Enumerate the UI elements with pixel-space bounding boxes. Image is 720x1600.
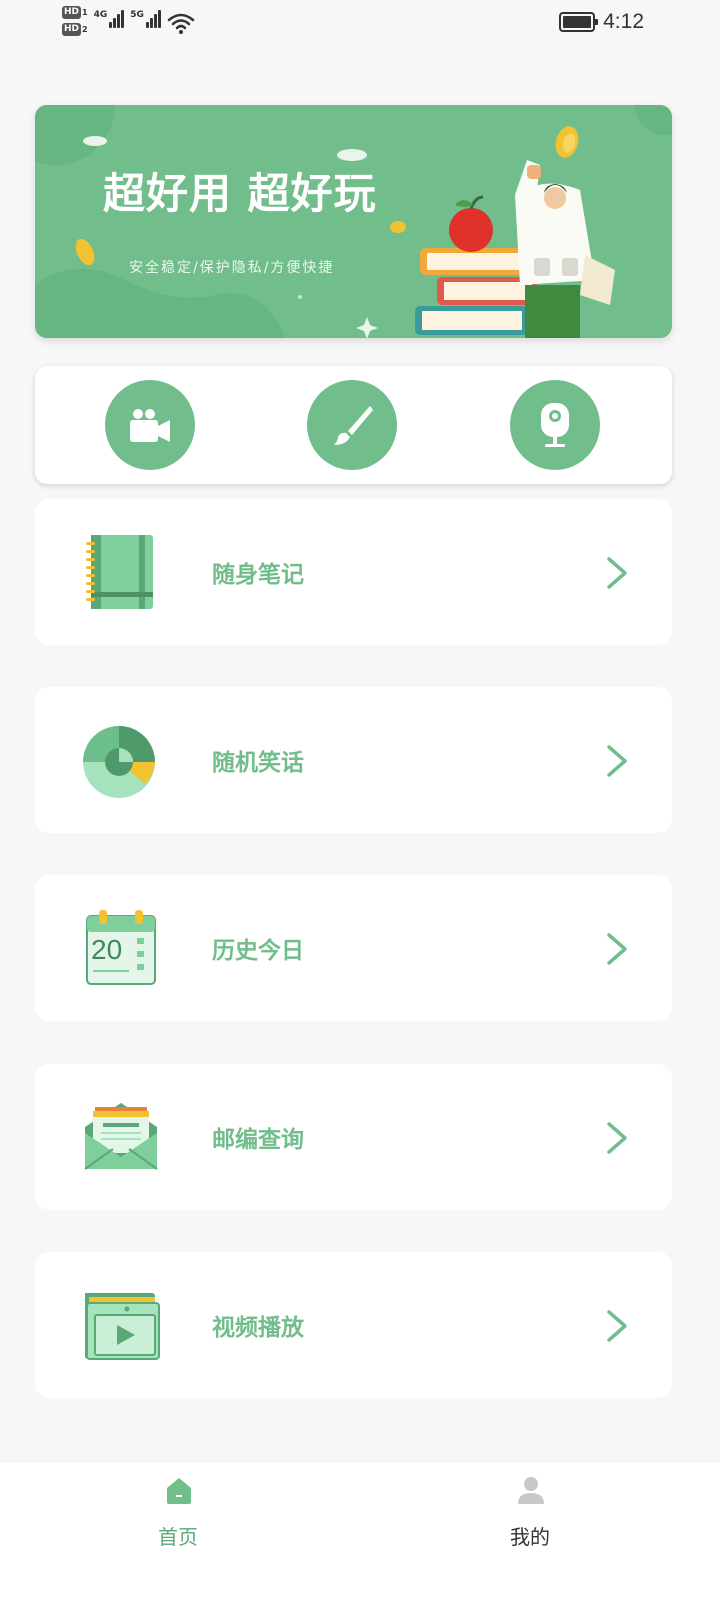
bottom-tab-bar: 首页 我的 [0, 1463, 720, 1600]
sim2-number: 2 [82, 25, 88, 34]
mail-envelope-icon [84, 1103, 158, 1170]
tab-mine[interactable]: 我的 [430, 1463, 630, 1600]
brush-icon [334, 406, 373, 445]
home-icon [167, 1478, 191, 1504]
menu-item-jokes[interactable]: 随机笑话 [35, 687, 672, 833]
tab-home[interactable]: 首页 [78, 1463, 278, 1600]
webcam-button[interactable] [510, 380, 600, 470]
banner-title: 超好用 超好玩 [103, 169, 377, 218]
menu-item-video-player[interactable]: 视频播放 [35, 1252, 672, 1398]
status-right: 4:12 [559, 10, 644, 34]
calendar-icon: 20 [79, 908, 163, 988]
clock: 4:12 [603, 10, 644, 33]
menu-item-label: 视频播放 [212, 1315, 304, 1341]
menu-item-label: 历史今日 [212, 938, 304, 964]
quick-actions-panel [35, 366, 672, 484]
status-left: HD 1 HD 2 4G 5G [62, 6, 195, 36]
promo-banner[interactable]: 超好用 超好玩 安全稳定/保护隐私/方便快捷 [35, 105, 672, 338]
signal-icon: 4G [94, 10, 125, 28]
calendar-date-text: 20 [91, 934, 123, 965]
chevron-right-icon [607, 933, 627, 965]
sim2-badge: HD [62, 23, 82, 36]
banner-subtitle: 安全稳定/保护隐私/方便快捷 [129, 260, 335, 276]
video-camera-icon [130, 409, 170, 442]
menu-item-postcode-lookup[interactable]: 邮编查询 [35, 1064, 672, 1210]
sim1-indicator: HD 1 [62, 6, 88, 19]
chevron-right-icon [607, 1310, 627, 1342]
signal-icon-2: 5G [130, 10, 161, 28]
sim1-badge: HD [62, 6, 82, 19]
banner-illustration [35, 105, 672, 338]
user-icon [518, 1477, 544, 1504]
menu-item-history-today[interactable]: 20 历史今日 [35, 875, 672, 1021]
tab-mine-label: 我的 [510, 1525, 550, 1549]
tab-home-label: 首页 [158, 1525, 198, 1549]
chevron-right-icon [607, 557, 627, 589]
notebook-icon [86, 535, 153, 609]
webcam-icon [541, 403, 569, 447]
video-camera-button[interactable] [105, 380, 195, 470]
menu-item-label: 随机笑话 [212, 750, 304, 776]
network1-label: 4G [93, 10, 108, 20]
sim1-number: 1 [82, 8, 88, 17]
battery-icon [559, 12, 599, 32]
status-bar: HD 1 HD 2 4G 5G 4:12 [0, 0, 720, 52]
brush-button[interactable] [307, 380, 397, 470]
wifi-icon [167, 13, 195, 34]
pie-chart-icon [83, 726, 155, 798]
chevron-right-icon [607, 1122, 627, 1154]
chevron-right-icon [607, 745, 627, 777]
menu-item-notes[interactable]: 随身笔记 [35, 499, 672, 645]
network2-label: 5G [130, 10, 144, 20]
sim2-indicator: HD 2 [62, 23, 88, 36]
menu-item-label: 邮编查询 [212, 1127, 304, 1153]
sim-indicators: HD 1 HD 2 [62, 6, 88, 36]
video-folder-icon [85, 1293, 160, 1360]
menu-item-label: 随身笔记 [212, 562, 304, 588]
